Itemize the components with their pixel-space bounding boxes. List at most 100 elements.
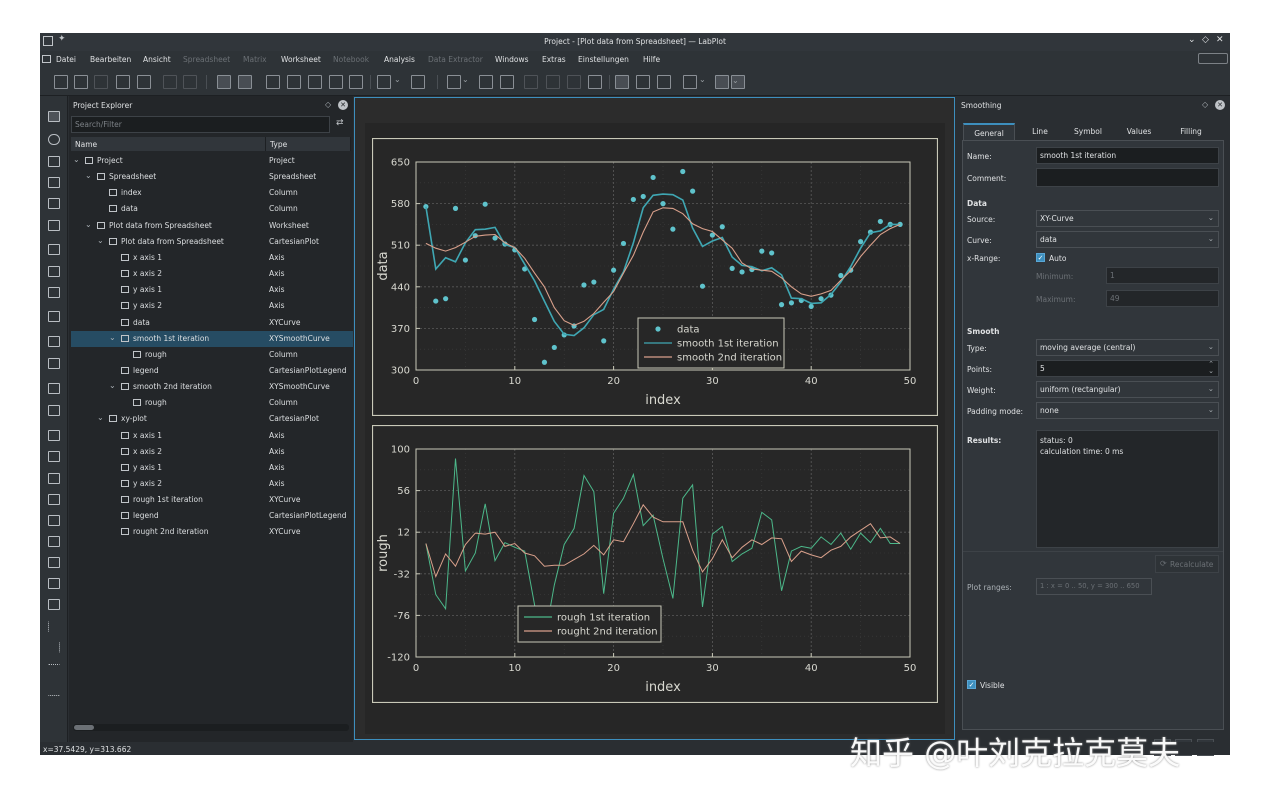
page-icon[interactable] <box>411 75 425 89</box>
menu-ansicht[interactable]: Ansicht <box>143 55 171 64</box>
minimize-icon[interactable]: ⌄ <box>1188 35 1196 45</box>
tree-row[interactable]: ⌄ xy-plot CartesianPlot <box>71 411 353 427</box>
tree-row[interactable]: ⌄ Plot data from Spreadsheet Worksheet <box>71 218 353 234</box>
type-select[interactable]: moving average (central) ⌄ <box>1036 339 1219 356</box>
menu-einstellungen[interactable]: Einstellungen <box>578 55 629 64</box>
grid-1-icon[interactable] <box>524 75 538 89</box>
open-file-icon[interactable] <box>74 75 88 89</box>
menu-spreadsheet[interactable]: Spreadsheet <box>183 55 230 64</box>
comment-field[interactable] <box>1036 168 1219 187</box>
menu-windows[interactable]: Windows <box>495 55 528 64</box>
zoom-in-y-tool-icon[interactable] <box>48 578 60 589</box>
tree-row[interactable]: rough 1st iteration XYCurve <box>71 492 353 508</box>
close-panel-icon[interactable]: ✕ <box>338 100 348 110</box>
expand-arrow-icon[interactable]: ⌄ <box>85 171 92 180</box>
scrollbar-thumb[interactable] <box>74 725 94 730</box>
select-mode-icon[interactable] <box>615 75 629 89</box>
tree-row[interactable]: ⌄ smooth 1st iteration XYSmoothCurve <box>71 330 353 347</box>
add-axis-v-tool-icon[interactable] <box>48 358 60 369</box>
tab-values[interactable]: Values <box>1111 123 1167 140</box>
redo-icon[interactable] <box>183 75 197 89</box>
tab-line[interactable]: Line <box>1015 123 1065 140</box>
add-fit-tool-icon[interactable] <box>48 287 60 298</box>
rough-plot[interactable]: 0 10 20 30 40 50 -120 -76 -32 12 56 100 index rough ro… <box>372 425 938 703</box>
mdi-window-buttons[interactable] <box>1198 53 1228 64</box>
float-icon[interactable]: ◇ <box>325 100 331 109</box>
new-file-icon[interactable] <box>54 75 68 89</box>
scale-auto-icon[interactable] <box>715 75 729 89</box>
zoom-select-icon[interactable] <box>657 75 671 89</box>
tree-row[interactable]: ⌄ Plot data from Spreadsheet CartesianPlot <box>71 234 353 250</box>
auto-checkbox[interactable]: ✓ <box>1036 253 1045 262</box>
crosshair-tool-icon[interactable] <box>48 134 60 145</box>
tree-row[interactable]: rough Column <box>71 395 353 411</box>
tree-row[interactable]: ⌄ smooth 2nd iteration XYSmoothCurve <box>71 379 353 395</box>
zoom-x-tool-icon[interactable] <box>48 177 60 188</box>
source-select[interactable]: XY-Curve ⌄ <box>1036 210 1219 227</box>
tree-row[interactable]: rought 2nd iteration XYCurve <box>71 524 353 540</box>
tab-symbol[interactable]: Symbol <box>1065 123 1111 140</box>
print-preview-icon[interactable] <box>137 75 151 89</box>
zoom-out-y-tool-icon[interactable] <box>48 599 60 610</box>
tree-row[interactable]: x axis 2 Axis <box>71 266 353 282</box>
expand-arrow-icon[interactable]: ⌄ <box>97 236 104 245</box>
fit-width-icon[interactable] <box>500 75 514 89</box>
tree-row[interactable]: y axis 2 Axis <box>71 476 353 492</box>
add-text-icon[interactable] <box>329 75 343 89</box>
add-text-tool-icon[interactable] <box>48 383 60 394</box>
tree-row[interactable]: legend CartesianPlotLegend <box>71 363 353 379</box>
menu-datei[interactable]: Datei <box>56 55 76 64</box>
layout-vertical-icon[interactable] <box>217 75 231 89</box>
add-image-tool-icon[interactable] <box>48 405 60 416</box>
close-icon[interactable]: ✕ <box>1216 35 1224 45</box>
expand-arrow-icon[interactable]: ⌄ <box>73 155 80 164</box>
scale-auto-tool-icon[interactable] <box>48 430 60 441</box>
menu-bearbeiten[interactable]: Bearbeiten <box>90 55 131 64</box>
tree-row[interactable]: y axis 2 Axis <box>71 298 353 314</box>
layout-horizontal-icon[interactable] <box>238 75 252 89</box>
minimum-field[interactable]: 1 <box>1106 267 1219 284</box>
scale-auto-y-tool-icon[interactable] <box>48 473 60 484</box>
zoom-icon[interactable] <box>447 75 461 89</box>
expand-arrow-icon[interactable]: ⌄ <box>85 220 92 229</box>
fit-page-icon[interactable] <box>479 75 493 89</box>
zoom-dropdown-icon[interactable]: ⌄ <box>462 75 476 89</box>
add-curve-dropdown-icon[interactable]: ⌄ <box>699 75 713 89</box>
add-legend-tool-icon[interactable] <box>48 311 60 322</box>
menu-hilfe[interactable]: Hilfe <box>643 55 660 64</box>
float-icon[interactable]: ◇ <box>1202 100 1208 109</box>
weight-select[interactable]: uniform (rectangular) ⌄ <box>1036 381 1219 398</box>
tree-row[interactable]: legend CartesianPlotLegend <box>71 508 353 524</box>
menu-analysis[interactable]: Analysis <box>384 55 415 64</box>
column-header-type[interactable]: Type <box>266 137 351 151</box>
grid-2-icon[interactable] <box>546 75 560 89</box>
menu-matrix[interactable]: Matrix <box>243 55 267 64</box>
tree-row[interactable]: y axis 1 Axis <box>71 282 353 298</box>
cursor-tool-icon[interactable] <box>48 220 60 231</box>
scale-auto-x-tool-icon[interactable] <box>48 451 60 462</box>
expand-arrow-icon[interactable]: ⌄ <box>97 413 104 422</box>
export-icon[interactable] <box>377 75 391 89</box>
zoom-out-x-tool-icon[interactable] <box>48 557 60 568</box>
break-layout-icon[interactable] <box>287 75 301 89</box>
add-plot-icon[interactable] <box>308 75 322 89</box>
expand-arrow-icon[interactable]: ⌄ <box>109 381 116 390</box>
shift-down-tool-icon[interactable] <box>48 685 60 696</box>
shift-left-tool-icon[interactable] <box>48 621 60 632</box>
grid-3-icon[interactable] <box>567 75 581 89</box>
points-spinbox[interactable]: 5 ⌃ ⌄ <box>1036 360 1219 377</box>
tab-filling[interactable]: Filling <box>1167 123 1215 140</box>
add-curve-icon[interactable] <box>683 75 697 89</box>
save-icon[interactable] <box>94 75 108 89</box>
tree-row[interactable]: index Column <box>71 185 353 201</box>
arrow-tool-icon[interactable] <box>48 111 60 122</box>
add-curve-tool-icon[interactable] <box>48 244 60 255</box>
export-dropdown-icon[interactable]: ⌄ <box>394 75 408 89</box>
add-histogram-tool-icon[interactable] <box>48 266 60 277</box>
grid-4-icon[interactable] <box>588 75 602 89</box>
zoom-y-tool-icon[interactable] <box>48 198 60 209</box>
tree-row[interactable]: x axis 2 Axis <box>71 444 353 460</box>
menu-notebook[interactable]: Notebook <box>333 55 369 64</box>
add-axis-h-tool-icon[interactable] <box>48 336 60 347</box>
tree-row[interactable]: y axis 1 Axis <box>71 460 353 476</box>
